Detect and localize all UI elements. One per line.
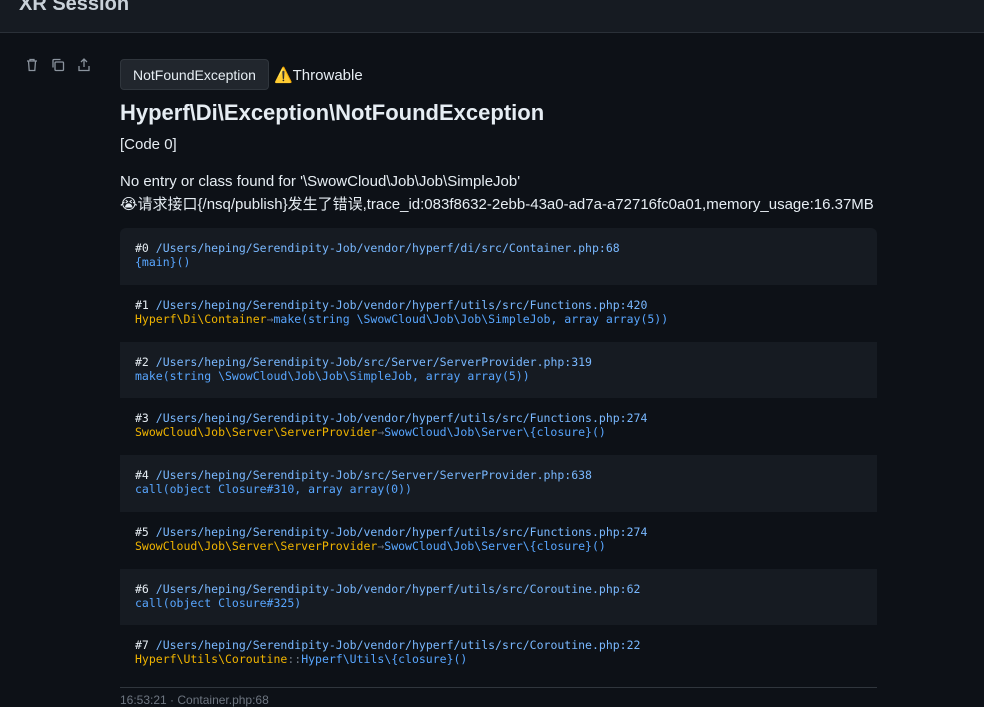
frame-call: call(object Closure#325) [135,595,302,610]
frame-path[interactable]: /Users/heping/Serendipity-Job/vendor/hyp… [156,241,620,255]
copy-icon[interactable] [50,57,66,73]
trace-frame: #6 /Users/heping/Serendipity-Job/vendor/… [120,569,877,626]
frame-index: #6 [135,581,149,596]
frame-call: make(string \SwowCloud\Job\Job\SimpleJob… [135,368,530,383]
frame-call: SwowCloud\Job\Server\{closure}() [384,538,606,553]
frame-separator: :: [287,652,302,667]
frame-call: call(object Closure#310, array array(0)) [135,482,412,496]
tag-row: NotFoundException ⚠️Throwable [120,59,877,90]
stack-trace: #0 /Users/heping/Serendipity-Job/vendor/… [120,228,877,682]
exception-code: [Code 0] [120,136,177,153]
frame-index: #2 [135,354,149,369]
exception-title: Hyperf\Di\Exception\NotFoundException [120,100,545,125]
frame-path[interactable]: /Users/heping/Serendipity-Job/vendor/hyp… [156,411,648,425]
entry-actions [24,57,92,73]
frame-path[interactable]: /Users/heping/Serendipity-Job/vendor/hyp… [156,582,641,596]
frame-index: #4 [135,468,149,482]
app-header: XR Session [0,0,984,33]
frame-path[interactable]: /Users/heping/Serendipity-Job/vendor/hyp… [156,298,648,312]
frame-class: SwowCloud\Job\Server\ServerProvider [135,425,378,440]
frame-index: #3 [135,411,149,426]
app-title: XR Session [19,0,130,15]
exception-badge[interactable]: NotFoundException [120,59,269,90]
frame-call: {main}() [135,255,191,269]
trace-frame: #1 /Users/heping/Serendipity-Job/vendor/… [120,284,877,342]
throwable-label: ⚠️Throwable [273,66,363,84]
trace-frame: #3 /Users/heping/Serendipity-Job/vendor/… [120,398,877,455]
frame-class: Hyperf\Utils\Coroutine [135,652,288,667]
trace-frame: #7 /Users/heping/Serendipity-Job/vendor/… [120,625,877,682]
frame-separator: → [266,311,274,326]
frame-index: #0 [135,241,149,255]
frame-index: #7 [135,638,149,653]
frame-class: Hyperf\Di\Container [135,311,267,326]
frame-index: #1 [135,297,149,312]
entry-meta: 16:53:21 · Container.php:68 [120,693,269,707]
frame-path[interactable]: /Users/heping/Serendipity-Job/src/Server… [156,355,592,369]
trace-frame: #0 /Users/heping/Serendipity-Job/vendor/… [120,228,877,285]
exception-panel: NotFoundException ⚠️Throwable Hyperf\Di\… [120,59,877,682]
trash-icon[interactable] [24,57,40,73]
share-icon[interactable] [76,57,92,73]
trace-frame: #4 /Users/heping/Serendipity-Job/src/Ser… [120,455,877,512]
frame-path[interactable]: /Users/heping/Serendipity-Job/vendor/hyp… [156,638,641,652]
frame-path[interactable]: /Users/heping/Serendipity-Job/src/Server… [156,468,592,482]
frame-class: SwowCloud\Job\Server\ServerProvider [135,538,378,553]
frame-path[interactable]: /Users/heping/Serendipity-Job/vendor/hyp… [156,525,648,539]
entry-footer: 16:53:21 · Container.php:68 [120,687,877,707]
message-line: 😭请求接口{/nsq/publish}发生了错误,trace_id:083f86… [120,196,874,213]
frame-call: SwowCloud\Job\Server\{closure}() [384,425,606,440]
message-line: No entry or class found for '\SwowCloud\… [120,173,521,190]
trace-frame: #5 /Users/heping/Serendipity-Job/vendor/… [120,511,877,569]
frame-index: #5 [135,524,149,539]
frame-call: Hyperf\Utils\{closure}() [301,652,468,667]
frame-call: make(string \SwowCloud\Job\Job\SimpleJob… [273,311,669,326]
trace-frame: #2 /Users/heping/Serendipity-Job/src/Ser… [120,342,877,399]
exception-message: No entry or class found for '\SwowCloud\… [120,170,877,216]
